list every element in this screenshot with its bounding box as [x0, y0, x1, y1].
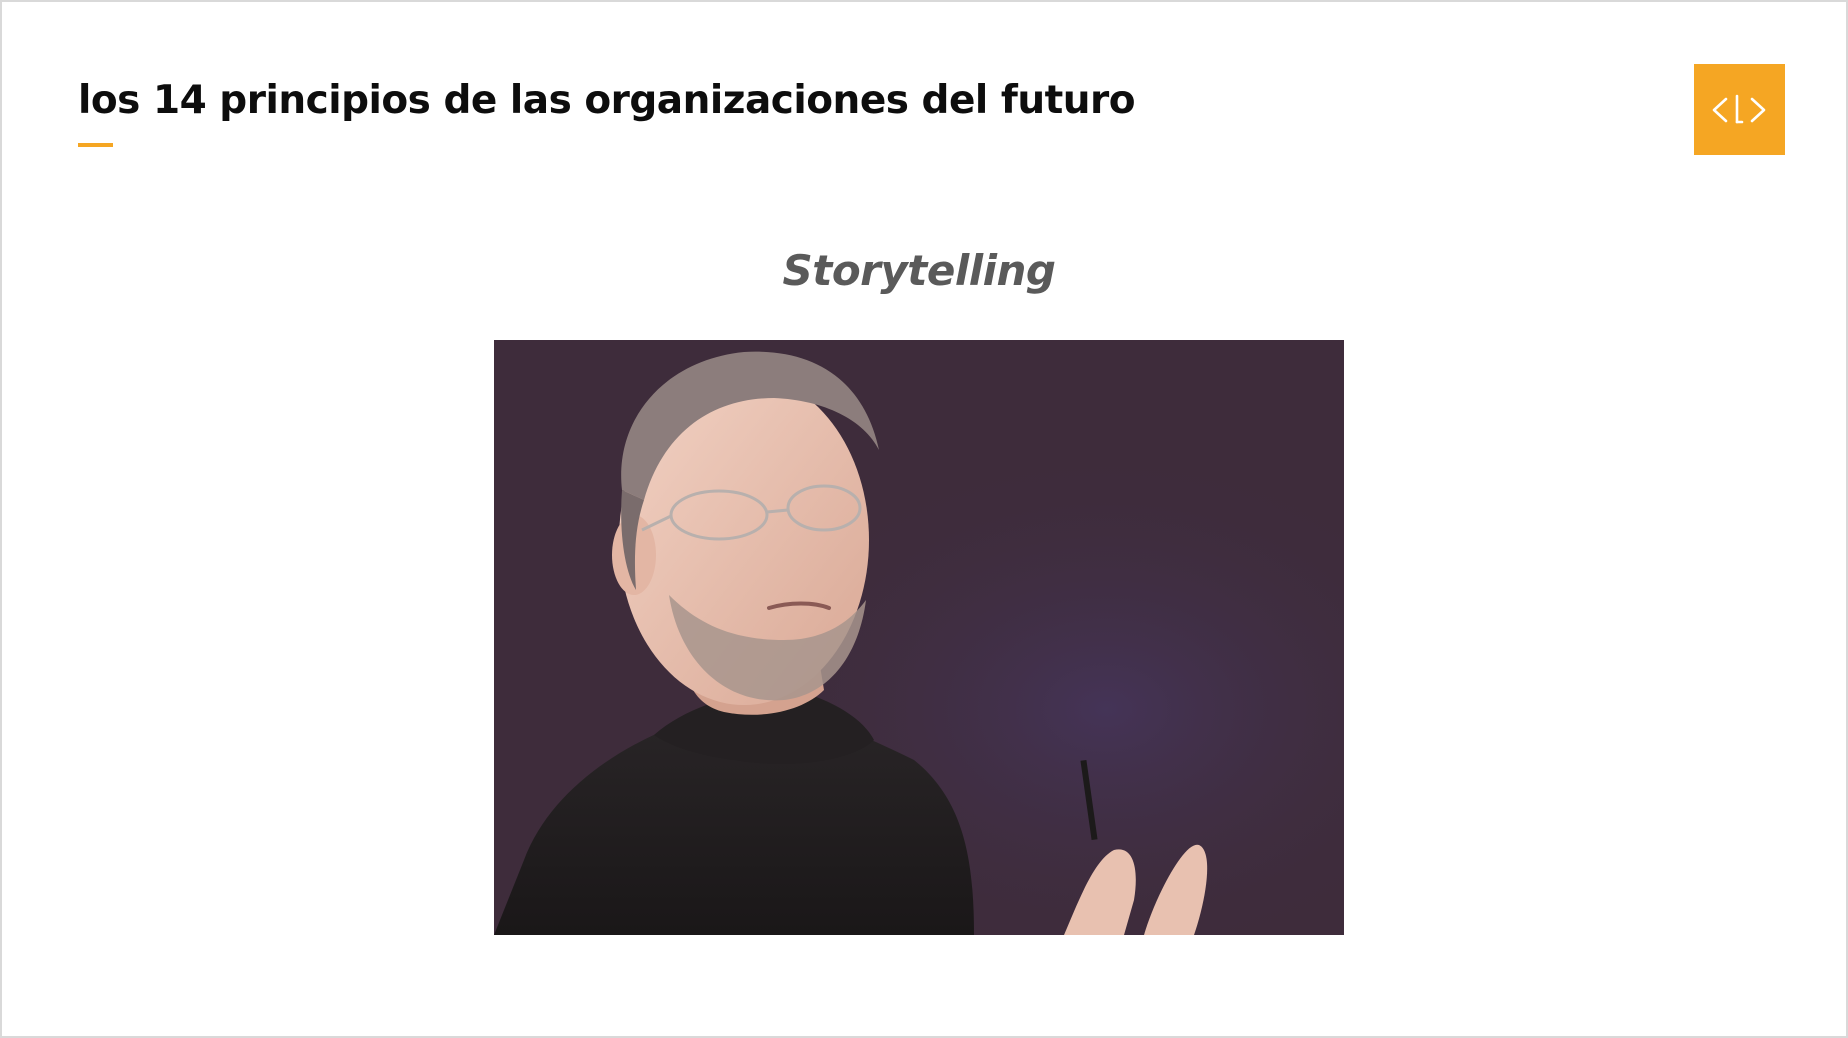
slide: los 14 principios de las organizaciones … — [0, 0, 1848, 1038]
slide-subtitle: Storytelling — [782, 246, 1057, 295]
code-brackets-icon — [1694, 64, 1785, 155]
presenter-photo — [494, 340, 1344, 935]
title-accent-line — [78, 143, 113, 147]
slide-title: los 14 principios de las organizaciones … — [78, 78, 1136, 123]
